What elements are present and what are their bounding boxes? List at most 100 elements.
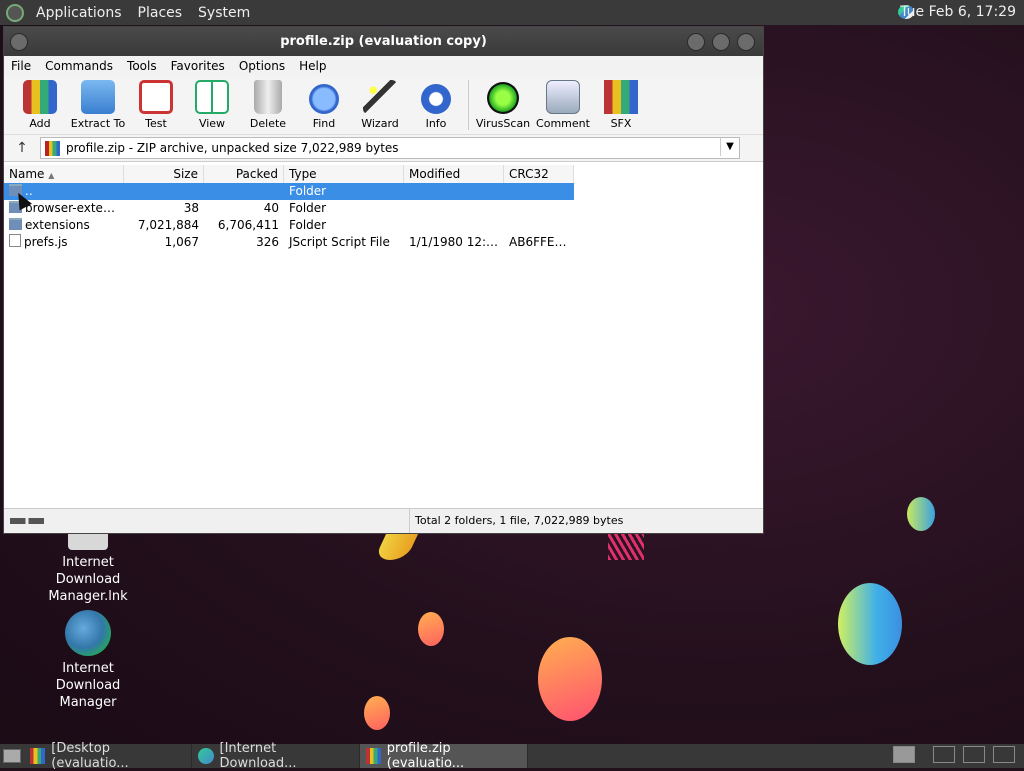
col-crc32[interactable]: CRC32 — [504, 165, 574, 183]
task-idm[interactable]: [Internet Download... — [192, 741, 360, 771]
menu-applications[interactable]: Applications — [28, 5, 130, 21]
menu-file[interactable]: File — [4, 59, 38, 73]
tool-label: Info — [425, 117, 447, 130]
menu-tools[interactable]: Tools — [120, 59, 164, 73]
sfx-box-icon — [604, 80, 638, 114]
cell-packed: 326 — [256, 235, 279, 249]
workspace-4[interactable] — [993, 746, 1015, 763]
cell-modified — [404, 217, 504, 234]
cell-modified — [404, 200, 504, 217]
status-bar: Total 2 folders, 1 file, 7,022,989 bytes — [4, 508, 763, 533]
cell-type: Folder — [289, 218, 327, 232]
cell-size: 1,067 — [164, 235, 199, 249]
table-row[interactable]: browser-extensio... 38 40 Folder — [4, 200, 574, 217]
winrar-icon — [366, 748, 381, 764]
cell-type: Folder — [289, 184, 327, 198]
test-button[interactable]: Test — [128, 80, 184, 134]
sfx-button[interactable]: SFX — [593, 80, 649, 134]
col-packed[interactable]: Packed — [204, 165, 284, 183]
menu-commands[interactable]: Commands — [38, 59, 120, 73]
view-book-icon — [195, 80, 229, 114]
info-button[interactable]: Info — [408, 84, 464, 134]
menu-places[interactable]: Places — [130, 5, 191, 21]
file-list: .. Folder browser-extensio... 38 40 Fold… — [4, 183, 574, 251]
menu-bar: File Commands Tools Favorites Options He… — [4, 56, 763, 76]
delete-button[interactable]: Delete — [240, 80, 296, 134]
cell-name: extensions — [4, 217, 124, 234]
cell-name: prefs.js — [4, 234, 124, 251]
decor-shape — [608, 534, 644, 560]
column-headers: Name ▲ Size Packed Type Modified CRC32 — [4, 165, 574, 184]
task-desktop[interactable]: [Desktop (evaluatio... — [24, 741, 192, 771]
add-button[interactable]: Add — [12, 80, 68, 134]
comment-button[interactable]: Comment — [533, 80, 593, 134]
window-title: profile.zip (evaluation copy) — [280, 34, 487, 49]
show-desktop-button[interactable] — [0, 744, 24, 768]
view-button[interactable]: View — [184, 80, 240, 134]
workspace-3[interactable] — [963, 746, 985, 763]
desktop-icon-label: Internet Download — [55, 555, 121, 587]
cell-type: Folder — [289, 201, 327, 215]
window-titlebar[interactable]: profile.zip (evaluation copy) — [4, 27, 763, 56]
window-menu-button[interactable] — [10, 33, 28, 51]
sort-asc-icon: ▲ — [48, 171, 55, 180]
workspace-1[interactable] — [893, 746, 915, 763]
drive-key-icon[interactable] — [10, 518, 44, 524]
winrar-icon — [30, 748, 46, 764]
cell-crc: AB6FFE01 — [509, 235, 570, 249]
decor-bubble — [418, 612, 444, 646]
workspace-2[interactable] — [933, 746, 955, 763]
tool-label: Find — [312, 117, 336, 130]
desktop-icon-idm-lnk[interactable]: Internet Download Manager.lnk — [28, 526, 148, 605]
col-size[interactable]: Size — [124, 165, 204, 183]
task-label: [Desktop (evaluatio... — [51, 741, 129, 771]
tool-label: Wizard — [361, 117, 399, 130]
table-row[interactable]: .. Folder — [4, 183, 574, 200]
panel-clock[interactable]: Tue Feb 6, 17:29 — [900, 4, 1016, 20]
task-label: [Internet Download... — [219, 741, 297, 771]
archive-path-combo[interactable]: profile.zip - ZIP archive, unpacked size… — [40, 137, 740, 159]
col-modified[interactable]: Modified — [404, 165, 504, 183]
desktop-icon-idm[interactable]: Internet Download Manager — [28, 610, 148, 711]
comment-icon — [546, 80, 580, 114]
find-button[interactable]: Find — [296, 84, 352, 134]
cell-packed: 6,706,411 — [217, 218, 279, 232]
table-row[interactable]: extensions 7,021,884 6,706,411 Folder — [4, 217, 574, 234]
extract-to-button[interactable]: Extract To — [68, 80, 128, 134]
minimize-button[interactable] — [687, 33, 705, 51]
menu-help[interactable]: Help — [292, 59, 333, 73]
table-row[interactable]: prefs.js 1,067 326 JScript Script File 1… — [4, 234, 574, 251]
col-name[interactable]: Name ▲ — [4, 165, 124, 183]
folder-icon — [9, 218, 22, 230]
maximize-button[interactable] — [712, 33, 730, 51]
wizard-button[interactable]: Wizard — [352, 80, 408, 134]
tool-label: SFX — [610, 117, 632, 130]
cell-crc — [504, 200, 574, 217]
chevron-down-icon[interactable]: ▼ — [720, 138, 739, 156]
archive-path-text: profile.zip - ZIP archive, unpacked size… — [66, 141, 399, 155]
menu-system[interactable]: System — [190, 5, 258, 21]
cell-type: JScript Script File — [289, 235, 390, 249]
close-button[interactable] — [737, 33, 755, 51]
file-icon — [9, 234, 21, 247]
decor-bubble — [538, 637, 602, 721]
tool-label: Test — [145, 117, 167, 130]
tool-label: View — [198, 117, 226, 130]
zip-archive-icon — [45, 140, 60, 156]
cell-packed: 40 — [263, 201, 279, 215]
trash-icon — [254, 80, 282, 114]
task-label: profile.zip (evaluatio... — [386, 741, 465, 771]
virusscan-button[interactable]: VirusScan — [473, 82, 533, 134]
distro-logo-icon[interactable] — [6, 3, 24, 22]
up-arrow-icon[interactable]: ↑ — [4, 140, 40, 156]
decor-bubble — [364, 696, 390, 730]
magnifier-icon — [309, 84, 339, 114]
idm-globe-icon — [65, 610, 111, 656]
col-type[interactable]: Type — [284, 165, 404, 183]
cell-size — [124, 183, 204, 200]
task-profile-zip[interactable]: profile.zip (evaluatio... — [360, 741, 528, 771]
desktop-icon — [3, 749, 21, 763]
menu-favorites[interactable]: Favorites — [164, 59, 232, 73]
menu-options[interactable]: Options — [232, 59, 292, 73]
cell-crc — [504, 217, 574, 234]
